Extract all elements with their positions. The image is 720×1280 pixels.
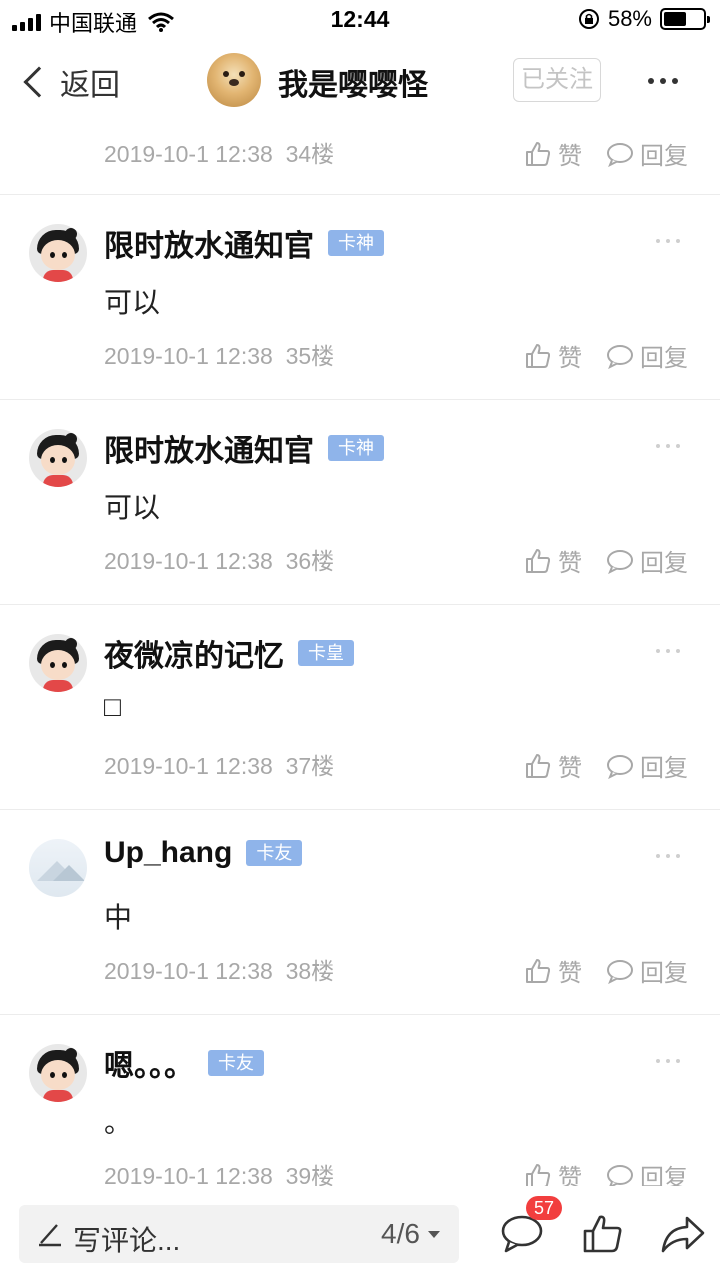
- like-button[interactable]: 赞: [524, 748, 582, 783]
- author-avatar[interactable]: [207, 53, 261, 107]
- like-button[interactable]: 赞: [524, 953, 582, 988]
- chevron-left-icon: [23, 66, 55, 98]
- username[interactable]: 限时放水通知官: [104, 221, 314, 265]
- name-row: 限时放水通知官 卡神: [104, 221, 384, 265]
- comments-icon[interactable]: [500, 1214, 544, 1254]
- level-badge: 卡神: [328, 435, 384, 461]
- name-row: Up_hang 卡友: [104, 836, 303, 870]
- like-button[interactable]: 赞: [524, 136, 582, 171]
- reply-button[interactable]: 回复: [606, 748, 688, 783]
- like-button[interactable]: 赞: [524, 543, 582, 578]
- page-selector[interactable]: 4/6: [381, 1218, 440, 1250]
- post-meta: 2019-10-1 12:38 39楼 赞 回复: [104, 1156, 694, 1186]
- username[interactable]: 限时放水通知官: [104, 426, 314, 470]
- thumbs-up-icon: [526, 753, 551, 778]
- username[interactable]: 嗯。。。: [104, 1041, 194, 1085]
- post-more-icon[interactable]: [656, 1059, 680, 1063]
- battery-icon: [660, 8, 710, 30]
- post-item: 夜微凉的记忆 卡皇 □ 2019-10-1 12:38 37楼 赞 回复: [0, 604, 720, 809]
- level-badge: 卡皇: [298, 640, 354, 666]
- reply-button[interactable]: 回复: [606, 136, 688, 171]
- battery-fill: [664, 12, 687, 26]
- battery-percent: 58%: [607, 6, 652, 31]
- username[interactable]: Up_hang: [104, 836, 232, 870]
- post-date: 2019-10-1 12:38 35楼: [104, 343, 335, 369]
- post-content: 。: [104, 1107, 133, 1138]
- like-button[interactable]: 赞: [524, 1158, 582, 1186]
- back-button[interactable]: 返回: [22, 60, 120, 104]
- reply-button[interactable]: 回复: [606, 953, 688, 988]
- share-icon[interactable]: [660, 1214, 706, 1254]
- name-row: 嗯。。。 卡友: [104, 1041, 264, 1085]
- post-date: 2019-10-1 12:38 36楼: [104, 548, 335, 574]
- comment-icon: [607, 754, 633, 779]
- name-row: 限时放水通知官 卡神: [104, 426, 384, 470]
- name-row: 夜微凉的记忆 卡皇: [104, 631, 354, 675]
- post-item: 限时放水通知官 卡神 可以 2019-10-1 12:38 36楼 赞 回复: [0, 399, 720, 604]
- post-more-icon[interactable]: [656, 649, 680, 653]
- page-indicator: 4/6: [381, 1218, 420, 1249]
- user-avatar[interactable]: [29, 1044, 87, 1102]
- post-more-icon[interactable]: [656, 854, 680, 858]
- post-content: □: [104, 691, 121, 722]
- status-right: 58%: [578, 6, 710, 32]
- post-meta: 2019-10-1 12:38 38楼 赞 回复: [104, 951, 694, 991]
- top-nav: 返回 我是嘤嘤怪 已关注: [0, 40, 720, 120]
- post-date: 2019-10-1 12:38 34楼: [104, 141, 335, 167]
- post-meta-partial: 2019-10-1 12:38 34楼 赞 回复: [104, 134, 694, 174]
- bottom-bar: 写评论... 4/6 57: [0, 1186, 720, 1280]
- post-content: 中: [104, 902, 133, 933]
- user-avatar[interactable]: [29, 634, 87, 692]
- comment-icon: [607, 1164, 633, 1186]
- post-date: 2019-10-1 12:38 37楼: [104, 753, 335, 779]
- username[interactable]: 夜微凉的记忆: [104, 631, 284, 675]
- thumbs-up-icon[interactable]: [582, 1214, 624, 1254]
- level-badge: 卡神: [328, 230, 384, 256]
- page-title: 我是嘤嘤怪: [278, 69, 428, 102]
- post-meta: 2019-10-1 12:38 36楼 赞 回复: [104, 541, 694, 581]
- rotation-lock-icon: [578, 9, 599, 29]
- comment-icon: [607, 549, 633, 574]
- like-button[interactable]: 赞: [524, 338, 582, 373]
- thumbs-up-icon: [526, 548, 551, 573]
- comment-count-badge: 57: [526, 1196, 563, 1220]
- post-date: 2019-10-1 12:38 38楼: [104, 958, 335, 984]
- comment-placeholder: 写评论...: [73, 1225, 181, 1256]
- more-icon[interactable]: [648, 78, 678, 84]
- reply-button[interactable]: 回复: [606, 543, 688, 578]
- post-meta: 2019-10-1 12:38 35楼 赞 回复: [104, 336, 694, 376]
- post-content: 可以: [104, 492, 161, 523]
- user-avatar[interactable]: [29, 429, 87, 487]
- post-item: 限时放水通知官 卡神 可以 2019-10-1 12:38 35楼 赞 回复: [0, 194, 720, 399]
- post-date: 2019-10-1 12:38 39楼: [104, 1163, 335, 1186]
- comment-icon: [607, 959, 633, 984]
- comment-icon: [607, 142, 633, 167]
- level-badge: 卡友: [246, 840, 303, 866]
- post-meta: 2019-10-1 12:38 37楼 赞 回复: [104, 746, 694, 786]
- user-avatar[interactable]: [29, 839, 87, 897]
- post-content: 可以: [104, 287, 161, 318]
- post-more-icon[interactable]: [656, 444, 680, 448]
- status-bar: 中国联通 12:44 58%: [0, 0, 720, 40]
- reply-button[interactable]: 回复: [606, 338, 688, 373]
- comment-input[interactable]: 写评论... 4/6: [19, 1205, 459, 1263]
- thumbs-up-icon: [526, 958, 551, 983]
- comment-icon: [607, 344, 633, 369]
- user-avatar[interactable]: [29, 224, 87, 282]
- post-item: 嗯。。。 卡友 。 2019-10-1 12:38 39楼 赞 回复: [0, 1014, 720, 1186]
- reply-list: 2019-10-1 12:38 34楼 赞 回复 限时放水通知官 卡神 可以 2…: [0, 120, 720, 1186]
- reply-button[interactable]: 回复: [606, 1158, 688, 1186]
- post-item: Up_hang 卡友 中 2019-10-1 12:38 38楼 赞 回复: [0, 809, 720, 1014]
- pen-icon: [39, 1224, 61, 1247]
- thumbs-up-icon: [526, 141, 551, 166]
- thumbs-up-icon: [526, 343, 551, 368]
- level-badge: 卡友: [208, 1050, 264, 1076]
- follow-button[interactable]: 已关注: [513, 58, 601, 102]
- caret-down-icon: [427, 1230, 440, 1238]
- post-more-icon[interactable]: [656, 239, 680, 243]
- back-label: 返回: [60, 69, 120, 102]
- thumbs-up-icon: [526, 1163, 551, 1186]
